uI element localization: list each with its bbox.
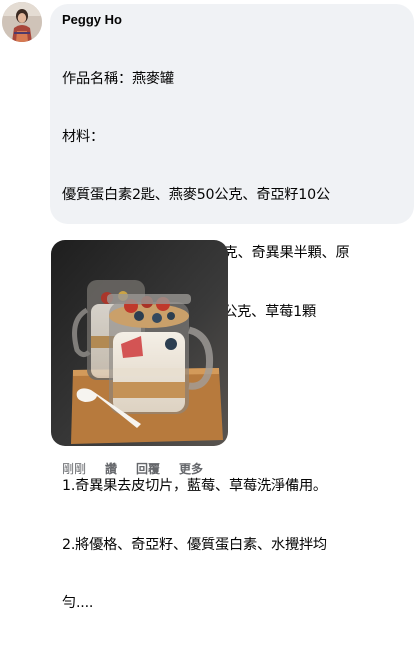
comment-line: 優質蛋白素2匙、燕麥50公克、奇亞籽10公 xyxy=(62,187,330,204)
reply-link[interactable]: 回覆 xyxy=(136,460,160,478)
comment-line: 勻.... xyxy=(62,594,94,611)
more-link[interactable]: 更多 xyxy=(179,460,203,478)
comment-actions: 剛剛 讚 回覆 更多 xyxy=(62,460,203,478)
timestamp-link[interactable]: 剛剛 xyxy=(62,460,86,478)
comment-photo[interactable] xyxy=(51,240,228,446)
yogurt-parfait-jar-photo-icon xyxy=(51,240,228,446)
comment-line: 1.奇異果去皮切片，藍莓、草莓洗淨備用。 xyxy=(62,478,327,495)
comment-line: 2.將優格、奇亞籽、優質蛋白素、水攪拌均 xyxy=(62,536,327,553)
like-link[interactable]: 讚 xyxy=(105,460,117,478)
comment-bubble: Peggy Ho 作品名稱：燕麥罐 材料： 優質蛋白素2匙、燕麥50公克、奇亞籽… xyxy=(50,4,414,611)
comment-author[interactable]: Peggy Ho xyxy=(62,11,402,30)
comment-line: 作品名稱：燕麥罐 xyxy=(62,70,174,87)
comment-line: 材料： xyxy=(62,129,104,146)
profile-picture-icon xyxy=(2,2,42,42)
avatar[interactable] xyxy=(2,2,42,42)
